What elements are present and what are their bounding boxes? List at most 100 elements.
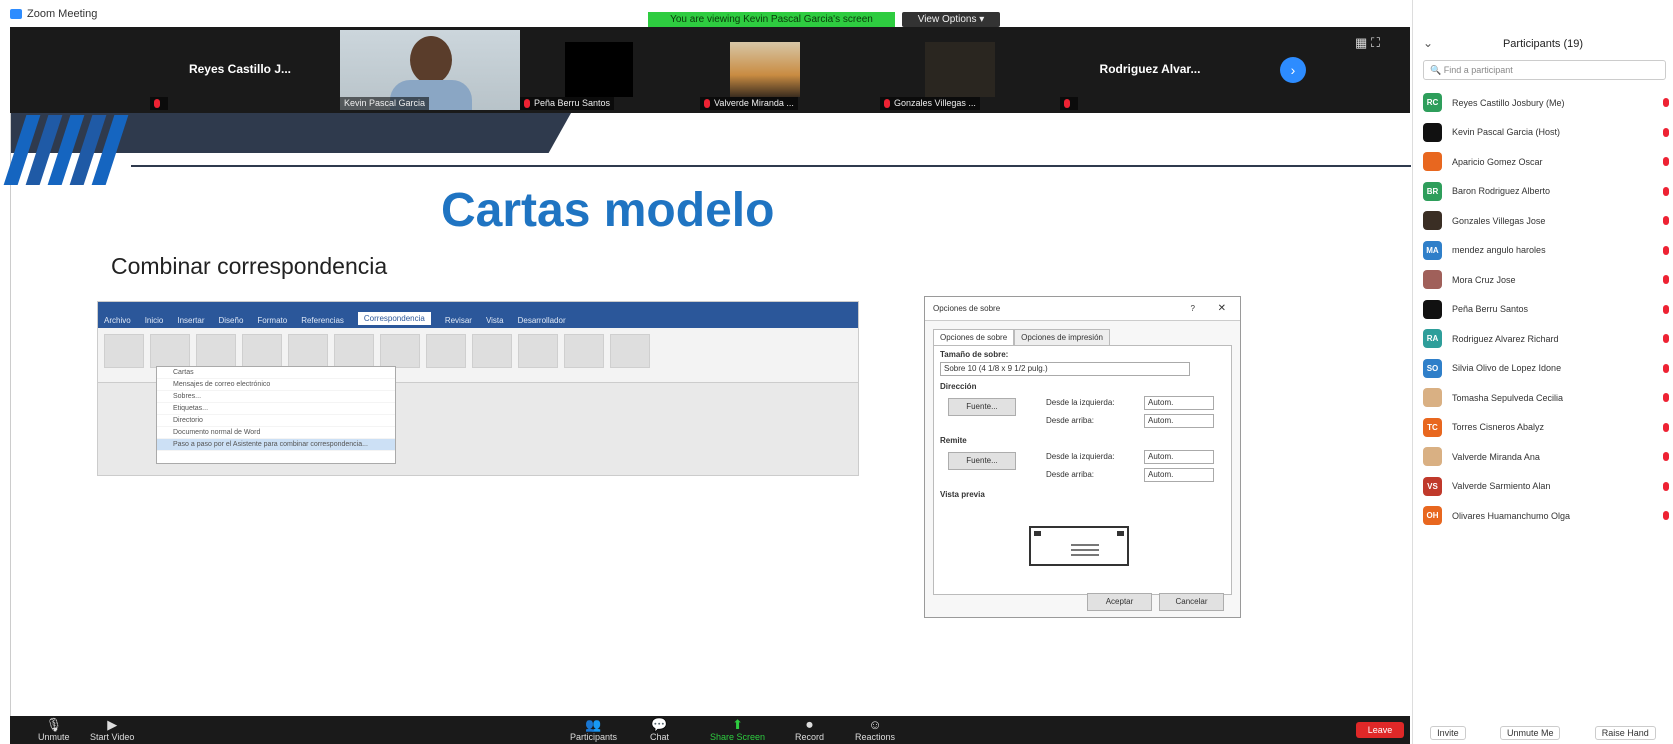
- mic-off-icon: [1663, 127, 1673, 137]
- video-tile[interactable]: Rodriguez Alvar...: [1060, 30, 1240, 110]
- address-font-button: Fuente...: [948, 398, 1016, 416]
- word-tab: Diseño: [218, 316, 244, 325]
- video-tile[interactable]: Reyes Castillo J...: [150, 30, 330, 110]
- menu-item: Mensajes de correo electrónico: [157, 379, 395, 391]
- dialog-tabs: Opciones de sobre Opciones de impresión: [933, 329, 1232, 345]
- cancel-button: Cancelar: [1159, 593, 1224, 611]
- share-banner: You are viewing Kevin Pascal Garcia's sc…: [648, 12, 895, 27]
- return-font-button: Fuente...: [948, 452, 1016, 470]
- mic-icon: 🎙: [45, 717, 63, 732]
- participant-row[interactable]: Aparicio Gomez Oscar: [1423, 147, 1673, 177]
- help-icon: ?: [1190, 304, 1195, 313]
- menu-item-highlighted: Paso a paso por el Asistente para combin…: [157, 439, 395, 451]
- participant-row[interactable]: Peña Berru Santos: [1423, 295, 1673, 325]
- participant-row[interactable]: BR Baron Rodriguez Alberto: [1423, 177, 1673, 207]
- participant-name: Valverde Miranda Ana: [1452, 451, 1540, 462]
- mic-off-icon: [1663, 393, 1673, 403]
- participant-row[interactable]: Kevin Pascal Garcia (Host): [1423, 118, 1673, 148]
- avatar: [1423, 299, 1442, 319]
- tab-envelope-options: Opciones de sobre: [933, 329, 1015, 345]
- menu-item: Etiquetas...: [157, 403, 395, 415]
- avatar: RA: [1423, 329, 1442, 349]
- leave-button[interactable]: Leave: [1356, 722, 1404, 738]
- video-tile[interactable]: Valverde Miranda ...: [700, 30, 880, 110]
- participant-row[interactable]: TC Torres Cisneros Abalyz: [1423, 413, 1673, 443]
- reactions-icon: ☺: [868, 717, 882, 732]
- video-feed: [565, 42, 633, 97]
- start-video-button[interactable]: ▶ Start Video: [90, 718, 134, 743]
- share-screen-icon: ⬆: [732, 717, 743, 732]
- mic-off-icon: [1663, 157, 1673, 167]
- record-icon: ⏺: [806, 717, 813, 732]
- envelope-preview: [1029, 526, 1129, 566]
- mic-off-icon: [1663, 334, 1673, 344]
- video-tile[interactable]: Gonzales Villegas ...: [880, 30, 1060, 110]
- dialog-title: Opciones de sobre: [933, 304, 1001, 313]
- participant-name: Torres Cisneros Abalyz: [1452, 422, 1545, 433]
- chat-button[interactable]: 💬 Chat: [650, 717, 669, 743]
- share-screen-button[interactable]: ⬆ Share Screen: [710, 717, 765, 743]
- view-options-button[interactable]: View Options ▾: [902, 12, 1000, 27]
- word-screenshot: Archivo Inicio Insertar Diseño Formato R…: [97, 301, 859, 476]
- word-dropdown-menu: Cartas Mensajes de correo electrónico So…: [156, 366, 396, 464]
- word-tab: Vista: [485, 316, 504, 325]
- participant-row[interactable]: Gonzales Villegas Jose: [1423, 206, 1673, 236]
- avatar: [1423, 388, 1442, 408]
- mic-off-icon: [1663, 422, 1673, 432]
- avatar: [1423, 152, 1442, 172]
- meeting-toolbar: 🎙 Unmute ▶ Start Video 👥 Participants 💬 Chat…: [10, 716, 1410, 744]
- participant-name: Reyes Castillo J...: [188, 62, 292, 76]
- avatar: [1423, 447, 1442, 467]
- address-left-label: Desde la izquierda:: [1046, 398, 1115, 407]
- gallery-view-icon[interactable]: ▦ ⛶: [1355, 35, 1380, 51]
- dialog-titlebar: Opciones de sobre ? ✕: [925, 297, 1240, 321]
- raise-hand-button[interactable]: Raise Hand: [1594, 726, 1656, 740]
- participant-name: Olivares Huamanchumo Olga: [1452, 510, 1571, 521]
- word-tab: Desarrollador: [517, 316, 566, 325]
- participant-name: Gonzales Villegas Jose: [1452, 215, 1546, 226]
- unmute-button[interactable]: 🎙 Unmute: [38, 717, 70, 743]
- participant-row[interactable]: Tomasha Sepulveda Cecilia: [1423, 383, 1673, 413]
- record-button[interactable]: ⏺ Record: [795, 717, 824, 743]
- participants-footer: Invite Unmute Me Raise Hand: [1413, 726, 1673, 740]
- envelope-options-dialog: Opciones de sobre ? ✕ Opciones de sobre …: [924, 296, 1241, 618]
- participants-panel: ⌄ Participants (19) 🔍 Find a participant…: [1412, 0, 1673, 744]
- participant-row[interactable]: OH Olivares Huamanchumo Olga: [1423, 501, 1673, 531]
- mic-off-icon: [1060, 97, 1078, 110]
- participant-name: mendez angulo haroles: [1452, 245, 1546, 256]
- next-page-icon[interactable]: ›: [1280, 57, 1306, 83]
- participant-row[interactable]: Valverde Miranda Ana: [1423, 442, 1673, 472]
- mic-off-icon: [1663, 245, 1673, 255]
- slide-subtitle: Combinar correspondencia: [111, 253, 388, 279]
- invite-button[interactable]: Invite: [1430, 726, 1466, 740]
- video-tile[interactable]: Kevin Pascal Garcia: [340, 30, 520, 110]
- video-tile[interactable]: Peña Berru Santos: [520, 30, 700, 110]
- tab-print-options: Opciones de impresión: [1014, 329, 1110, 345]
- chat-icon: 💬: [651, 717, 668, 732]
- word-tab: Referencias: [301, 316, 344, 325]
- participant-row[interactable]: RC Reyes Castillo Josbury (Me): [1423, 88, 1673, 118]
- zoom-app-icon: [10, 8, 22, 19]
- participant-row[interactable]: Mora Cruz Jose: [1423, 265, 1673, 295]
- shared-slide: Cartas modelo Combinar correspondencia A…: [3, 113, 1411, 716]
- return-top-value: Autom.: [1144, 468, 1214, 482]
- preview-label: Vista previa: [940, 490, 985, 499]
- slide-divider: [131, 165, 1411, 167]
- participants-button[interactable]: 👥 Participants: [570, 718, 617, 743]
- participant-name: Tomasha Sepulveda Cecilia: [1452, 392, 1564, 403]
- unmute-me-button[interactable]: Unmute Me: [1499, 726, 1561, 740]
- video-feed: [925, 42, 995, 97]
- participant-row[interactable]: VS Valverde Sarmiento Alan: [1423, 472, 1673, 502]
- menu-item: Directorio: [157, 415, 395, 427]
- avatar: TC: [1423, 417, 1442, 437]
- word-tab: Insertar: [177, 316, 205, 325]
- participant-row[interactable]: RA Rodriguez Alvarez Richard: [1423, 324, 1673, 354]
- participants-header: Participants (19): [1502, 38, 1584, 50]
- participant-name: Peña Berru Santos: [520, 97, 615, 110]
- reactions-button[interactable]: ☺ Reactions: [855, 717, 895, 743]
- participant-row[interactable]: MA mendez angulo haroles: [1423, 236, 1673, 266]
- participant-search-input[interactable]: 🔍 Find a participant: [1423, 60, 1666, 80]
- participant-row[interactable]: SO Silvia Olivo de Lopez Idone: [1423, 354, 1673, 384]
- participant-name: Silvia Olivo de Lopez Idone: [1452, 363, 1562, 374]
- participant-name: Mora Cruz Jose: [1452, 274, 1516, 285]
